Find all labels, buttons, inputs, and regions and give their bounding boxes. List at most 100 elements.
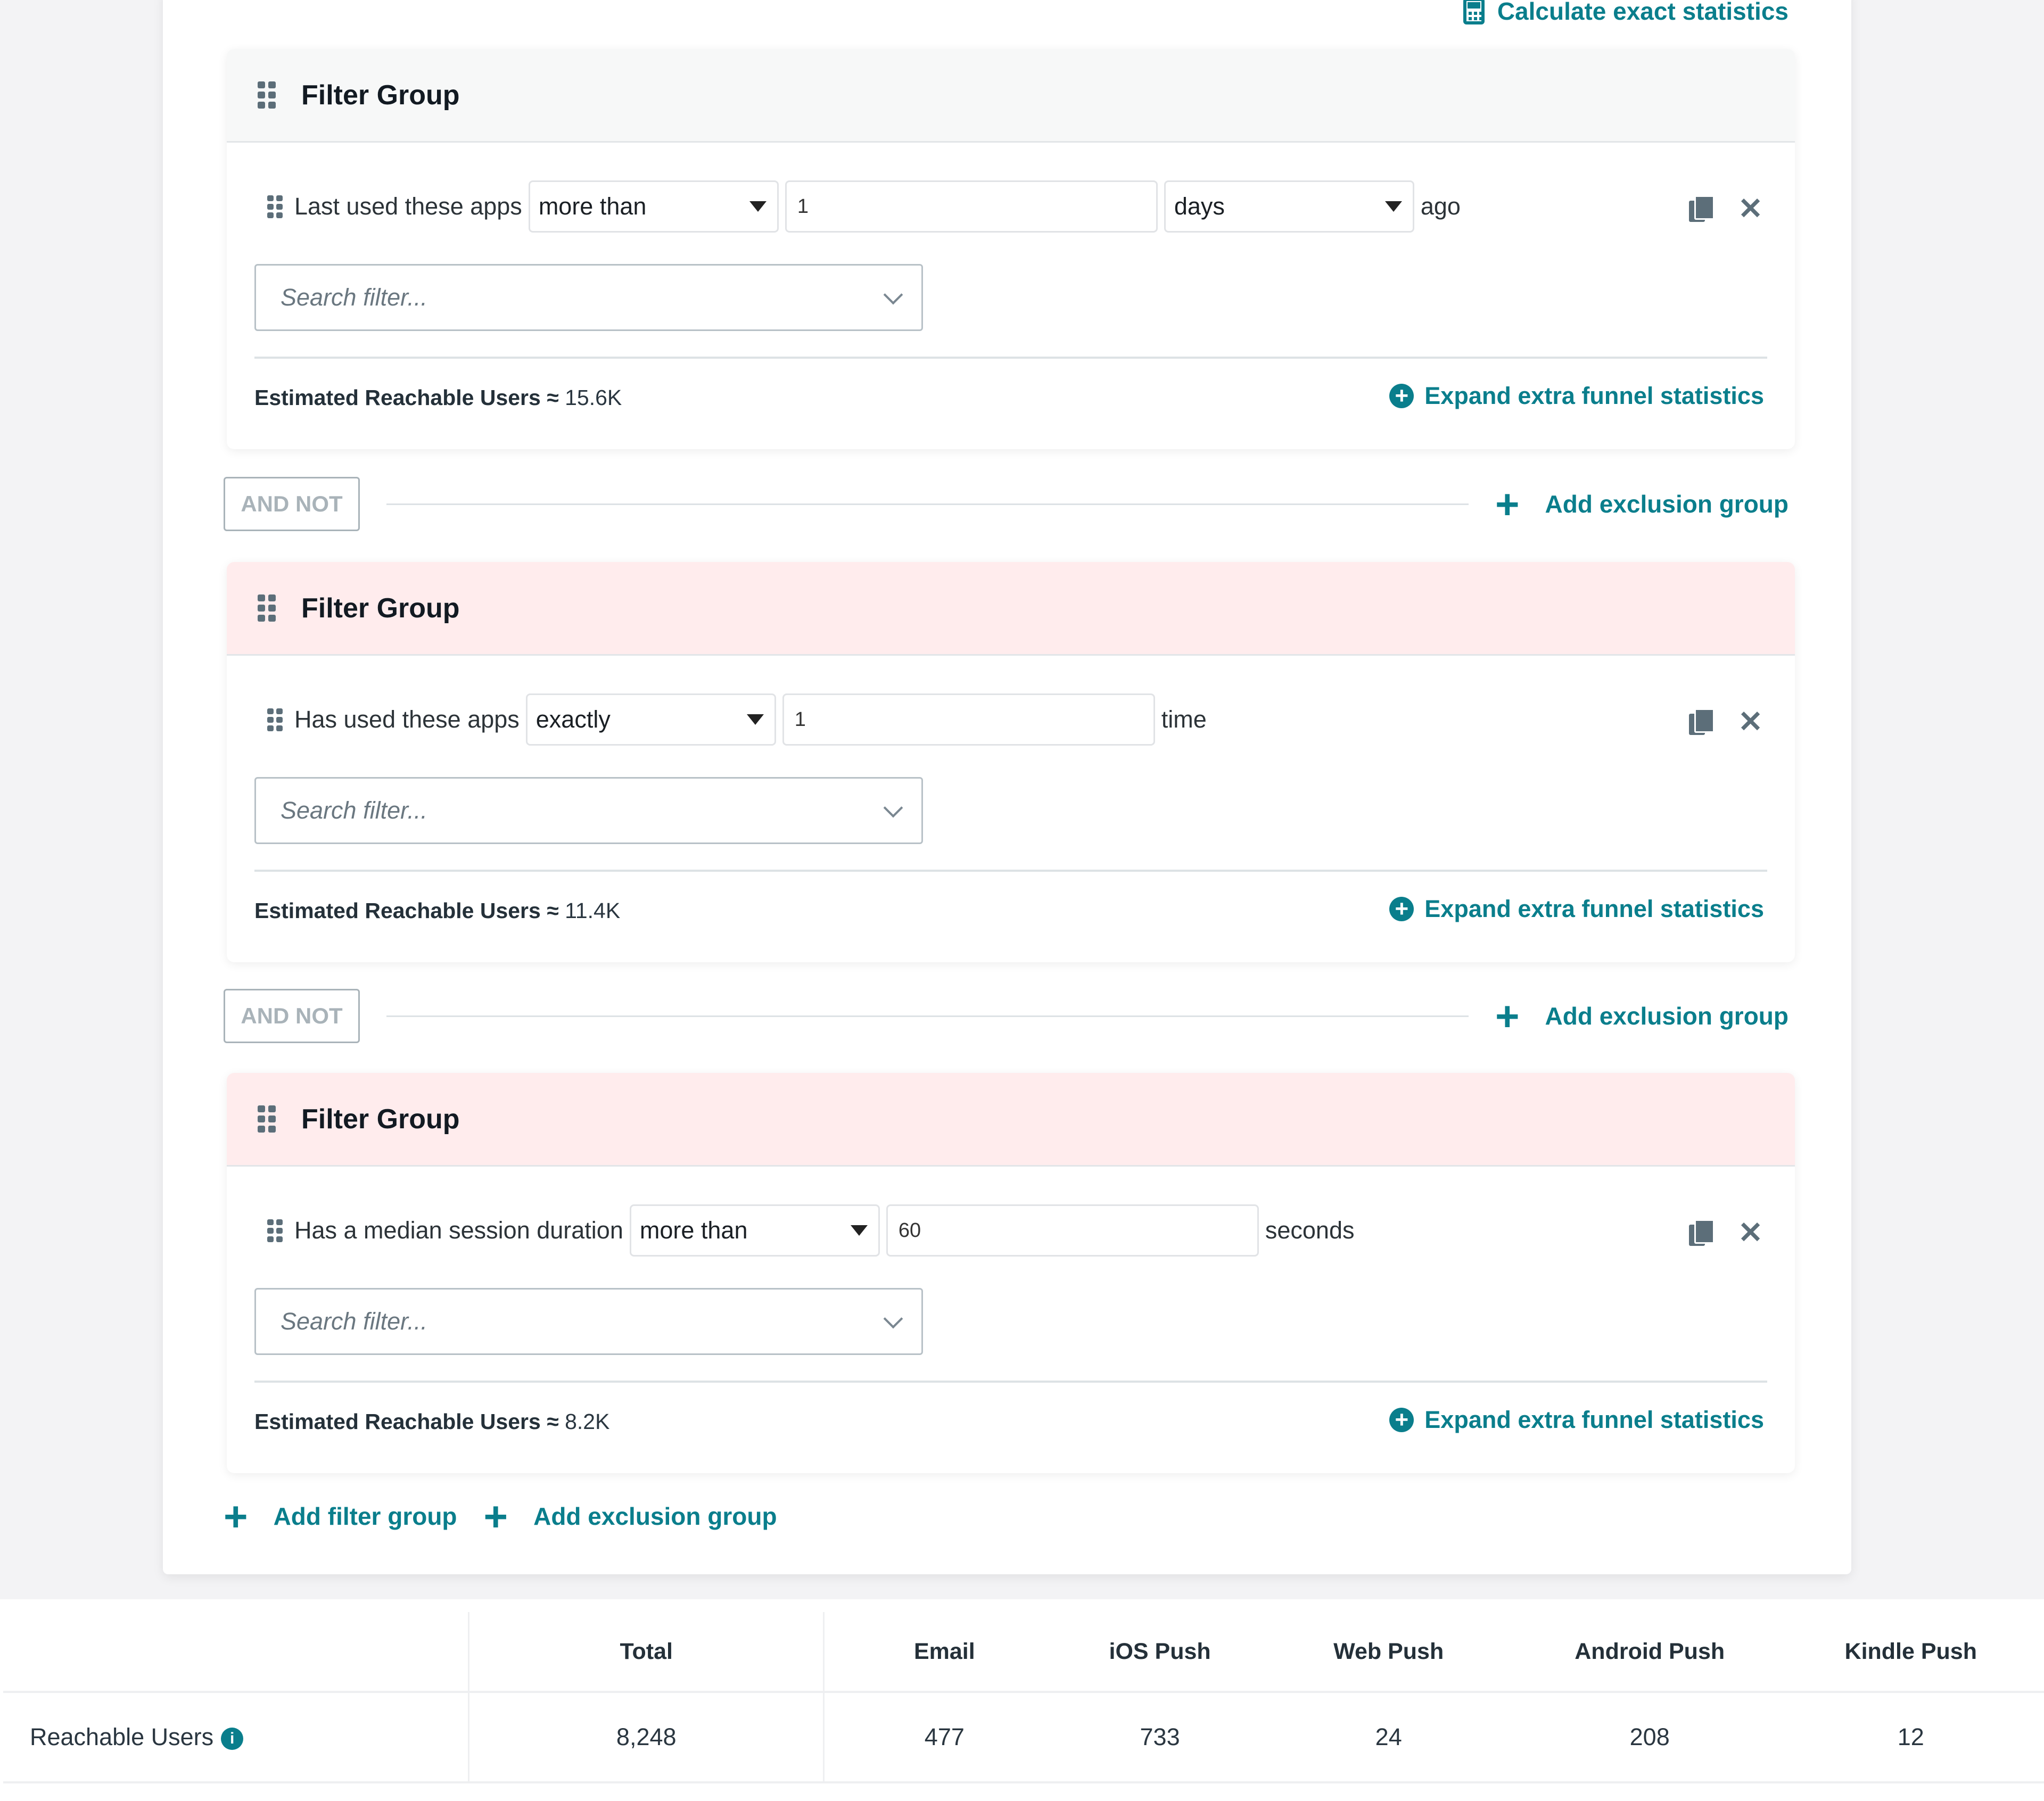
search-filter-input[interactable]: Search filter...: [254, 1288, 923, 1355]
search-placeholder: Search filter...: [281, 1308, 427, 1335]
expand-label: Expand extra funnel statistics: [1424, 1406, 1764, 1433]
operator-select[interactable]: exactly: [525, 693, 776, 746]
drag-handle-icon[interactable]: [267, 1219, 283, 1242]
plus-circle-icon: +: [1389, 384, 1414, 408]
calculate-exact-statistics-link[interactable]: Calculate exact statistics: [1463, 0, 1789, 26]
operator-select[interactable]: more than: [629, 1204, 880, 1257]
bottom-actions: + Add filter group + Add exclusion group: [224, 1496, 777, 1537]
search-filter-input[interactable]: Search filter...: [254, 264, 923, 331]
search-filter-input[interactable]: Search filter...: [254, 777, 923, 844]
and-not-badge[interactable]: AND NOT: [224, 989, 360, 1043]
estimated-reachable-users: Estimated Reachable Users ≈ 15.6K: [254, 385, 622, 410]
operator-select[interactable]: more than: [528, 180, 779, 233]
web-push-value: 24: [1255, 1691, 1522, 1783]
filter-suffix: seconds: [1265, 1217, 1355, 1244]
plus-circle-icon: +: [1389, 897, 1414, 921]
and-not-badge[interactable]: AND NOT: [224, 477, 360, 531]
calculate-label: Calculate exact statistics: [1497, 0, 1789, 25]
column-header-android-push: Android Push: [1575, 1638, 1725, 1664]
estimate-label: Estimated Reachable Users ≈: [254, 385, 559, 410]
filter-group-2: Filter Group Has used these apps exactly…: [227, 562, 1795, 962]
column-header-kindle-push: Kindle Push: [1844, 1638, 1977, 1664]
table-row: Reachable Users i 8,248 477 733 24 208 12: [3, 1691, 2044, 1783]
value-input[interactable]: 1: [785, 180, 1158, 233]
drag-handle-icon[interactable]: [267, 195, 283, 218]
caret-down-icon: [749, 201, 767, 212]
estimate-value: 11.4K: [565, 898, 621, 923]
filter-group-title: Filter Group: [301, 79, 460, 111]
close-icon[interactable]: ✕: [1738, 707, 1763, 737]
column-header-web-push: Web Push: [1333, 1638, 1444, 1664]
caret-down-icon: [850, 1225, 868, 1236]
value-input[interactable]: 1: [782, 693, 1155, 746]
kindle-push-value: 12: [1777, 1691, 2044, 1783]
drag-handle-icon[interactable]: [258, 594, 276, 622]
email-value: 477: [823, 1691, 1065, 1783]
unit-select[interactable]: days: [1164, 180, 1414, 233]
value-input[interactable]: 60: [886, 1204, 1259, 1257]
row-label-cell: Reachable Users i: [3, 1691, 470, 1783]
operator-value: exactly: [535, 706, 611, 733]
column-header-ios-push: iOS Push: [1109, 1638, 1211, 1664]
estimate-value: 15.6K: [565, 385, 622, 410]
filter-label: Has used these apps: [294, 706, 520, 733]
drag-handle-icon[interactable]: [267, 708, 283, 731]
duplicate-icon[interactable]: [1689, 1219, 1715, 1246]
filter-row-actions: ✕: [1689, 194, 1763, 224]
operator-value: more than: [639, 1217, 748, 1244]
add-exclusion-group-link[interactable]: + Add exclusion group: [1495, 995, 1789, 1037]
chevron-down-icon: [883, 798, 903, 818]
filter-group-header: Filter Group: [227, 562, 1795, 656]
chevron-down-icon: [883, 285, 903, 305]
close-icon[interactable]: ✕: [1738, 1218, 1763, 1248]
exclusion-connector-2: AND NOT + Add exclusion group: [224, 989, 1789, 1043]
column-header-email: Email: [913, 1638, 975, 1664]
filter-group-header: Filter Group: [227, 49, 1795, 143]
filter-group-3: Filter Group Has a median session durati…: [227, 1073, 1795, 1473]
filter-suffix: time: [1161, 706, 1207, 733]
filter-row: Has a median session duration more than …: [267, 1204, 1354, 1257]
stats-table: Total Email iOS Push Web Push Android Pu…: [3, 1612, 2044, 1783]
plus-icon: +: [1495, 481, 1520, 527]
divider: [254, 1381, 1767, 1383]
add-exclusion-group-link[interactable]: + Add exclusion group: [1495, 483, 1789, 525]
estimate-label: Estimated Reachable Users ≈: [254, 898, 559, 923]
divider: [254, 357, 1767, 359]
exclusion-connector-1: AND NOT + Add exclusion group: [224, 477, 1789, 531]
drag-handle-icon[interactable]: [258, 1105, 276, 1133]
info-icon[interactable]: i: [221, 1728, 244, 1750]
column-header-total: Total: [468, 1612, 825, 1692]
add-filter-group-link[interactable]: + Add filter group: [224, 1496, 457, 1537]
drag-handle-icon[interactable]: [258, 81, 276, 109]
add-exclusion-group-link[interactable]: + Add exclusion group: [484, 1496, 777, 1537]
expand-funnel-statistics-link[interactable]: + Expand extra funnel statistics: [1389, 382, 1764, 410]
connector-line: [386, 503, 1469, 505]
filter-row: Has used these apps exactly 1 time: [267, 693, 1207, 746]
expand-label: Expand extra funnel statistics: [1424, 382, 1764, 409]
divider: [254, 870, 1767, 872]
ios-push-value: 733: [1064, 1691, 1256, 1783]
caret-down-icon: [1384, 201, 1402, 212]
close-icon[interactable]: ✕: [1738, 194, 1763, 224]
filter-group-title: Filter Group: [301, 1103, 460, 1135]
calculator-icon: [1463, 0, 1485, 24]
estimate-label: Estimated Reachable Users ≈: [254, 1409, 559, 1434]
plus-icon: +: [483, 1493, 508, 1540]
estimated-reachable-users: Estimated Reachable Users ≈ 8.2K: [254, 1409, 609, 1434]
expand-funnel-statistics-link[interactable]: + Expand extra funnel statistics: [1389, 1406, 1764, 1434]
duplicate-icon[interactable]: [1689, 708, 1715, 735]
filter-group-1: Filter Group Last used these apps more t…: [227, 49, 1795, 449]
filter-group-header: Filter Group: [227, 1073, 1795, 1167]
search-placeholder: Search filter...: [281, 284, 427, 311]
expand-label: Expand extra funnel statistics: [1424, 895, 1764, 922]
expand-funnel-statistics-link[interactable]: + Expand extra funnel statistics: [1389, 895, 1764, 923]
caret-down-icon: [746, 714, 764, 725]
row-label: Reachable Users: [30, 1723, 214, 1750]
duplicate-icon[interactable]: [1689, 195, 1715, 222]
stats-header-row: Total Email iOS Push Web Push Android Pu…: [3, 1612, 2044, 1692]
plus-circle-icon: +: [1389, 1408, 1414, 1432]
android-push-value: 208: [1521, 1691, 1778, 1783]
filter-label: Last used these apps: [294, 193, 522, 220]
estimate-value: 8.2K: [565, 1409, 610, 1434]
plus-icon: +: [224, 1493, 248, 1540]
